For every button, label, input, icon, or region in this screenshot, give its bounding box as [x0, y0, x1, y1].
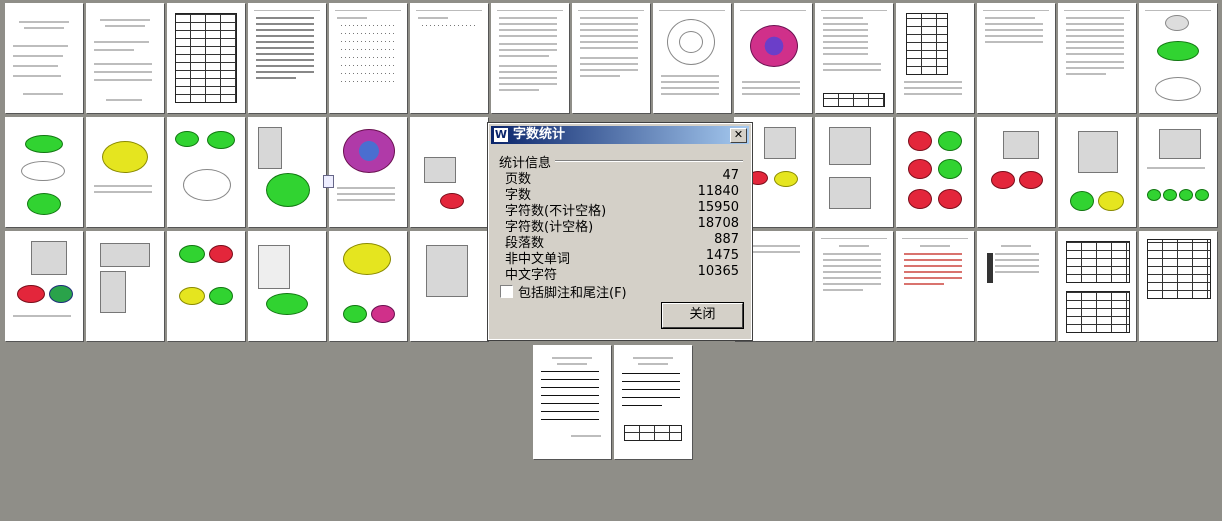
page-thumbnail[interactable] [815, 117, 893, 227]
page-thumbnail[interactable] [896, 117, 974, 227]
page-thumbnail[interactable] [977, 3, 1055, 113]
stat-row-chars-no-spaces: 字符数(不计空格) 15950 [505, 200, 739, 219]
page-thumbnail[interactable] [329, 117, 407, 227]
page-thumbnail[interactable] [167, 117, 245, 227]
page-thumbnail[interactable] [572, 3, 650, 113]
dialog-titlebar[interactable]: W 字数统计 ✕ [491, 126, 749, 144]
document-icon [323, 175, 334, 188]
page-thumbnail[interactable] [167, 231, 245, 341]
stat-label: 中文字符 [505, 268, 558, 283]
page-thumbnail[interactable] [614, 345, 692, 459]
page-thumbnail[interactable] [248, 3, 326, 113]
page-thumbnail[interactable] [5, 117, 83, 227]
page-thumbnail[interactable] [410, 117, 488, 227]
page-thumbnail[interactable] [329, 231, 407, 341]
page-thumbnail[interactable] [329, 3, 407, 113]
page-thumbnail[interactable] [86, 117, 164, 227]
dialog-title: 字数统计 [513, 127, 566, 142]
stat-row-chars-with-spaces: 字符数(计空格) 18708 [505, 216, 739, 235]
stat-row-words: 字数 11840 [505, 184, 739, 203]
page-thumbnail[interactable] [896, 3, 974, 113]
page-thumbnail[interactable] [5, 3, 83, 113]
page-thumbnail[interactable] [167, 3, 245, 113]
checkbox-icon[interactable] [500, 285, 513, 298]
page-thumbnail[interactable] [1139, 117, 1217, 227]
page-thumbnail[interactable] [491, 3, 569, 113]
word-count-dialog: W 字数统计 ✕ 统计信息 页数 47 字数 11840 字符数(不计空格) 1… [487, 122, 753, 341]
page-thumbnail[interactable] [248, 117, 326, 227]
stat-value: 18708 [697, 216, 739, 231]
page-thumbnail[interactable] [1058, 117, 1136, 227]
close-button[interactable]: 关闭 [661, 302, 744, 329]
page-thumbnail[interactable] [5, 231, 83, 341]
page-thumbnail[interactable] [896, 231, 974, 341]
page-thumbnail[interactable] [86, 3, 164, 113]
page-thumbnail[interactable] [977, 117, 1055, 227]
stat-value: 11840 [697, 184, 739, 199]
page-thumbnail[interactable] [410, 231, 488, 341]
page-thumbnail[interactable] [248, 231, 326, 341]
include-footnotes-option[interactable]: 包括脚注和尾注(F) [500, 282, 627, 301]
stat-value: 10365 [697, 264, 739, 279]
stat-row-paragraphs: 段落数 887 [505, 232, 739, 251]
page-thumbnail[interactable] [815, 3, 893, 113]
page-thumbnail[interactable] [1139, 231, 1217, 341]
page-thumbnail[interactable] [1058, 3, 1136, 113]
stat-row-pages: 页数 47 [505, 168, 739, 187]
stat-row-chinese-chars: 中文字符 10365 [505, 264, 739, 283]
page-thumbnail[interactable] [410, 3, 488, 113]
statistics-list: 页数 47 字数 11840 字符数(不计空格) 15950 字符数(计空格) … [505, 168, 739, 283]
page-thumbnail[interactable] [977, 231, 1055, 341]
page-thumbnail[interactable] [86, 231, 164, 341]
close-icon[interactable]: ✕ [730, 128, 747, 143]
page-thumbnail[interactable] [653, 3, 731, 113]
page-thumbnail[interactable] [1058, 231, 1136, 341]
page-thumbnail[interactable] [734, 3, 812, 113]
page-thumbnail[interactable] [533, 345, 611, 459]
page-thumbnail[interactable] [1139, 3, 1217, 113]
word-app-icon: W [494, 128, 508, 142]
stat-value: 1475 [705, 248, 739, 263]
stat-row-non-chinese-words: 非中文单词 1475 [505, 248, 739, 267]
page-thumbnail[interactable] [815, 231, 893, 341]
stat-value: 47 [722, 168, 739, 183]
stat-value: 15950 [697, 200, 739, 215]
checkbox-label: 包括脚注和尾注(F) [518, 286, 627, 301]
stat-value: 887 [714, 232, 739, 247]
